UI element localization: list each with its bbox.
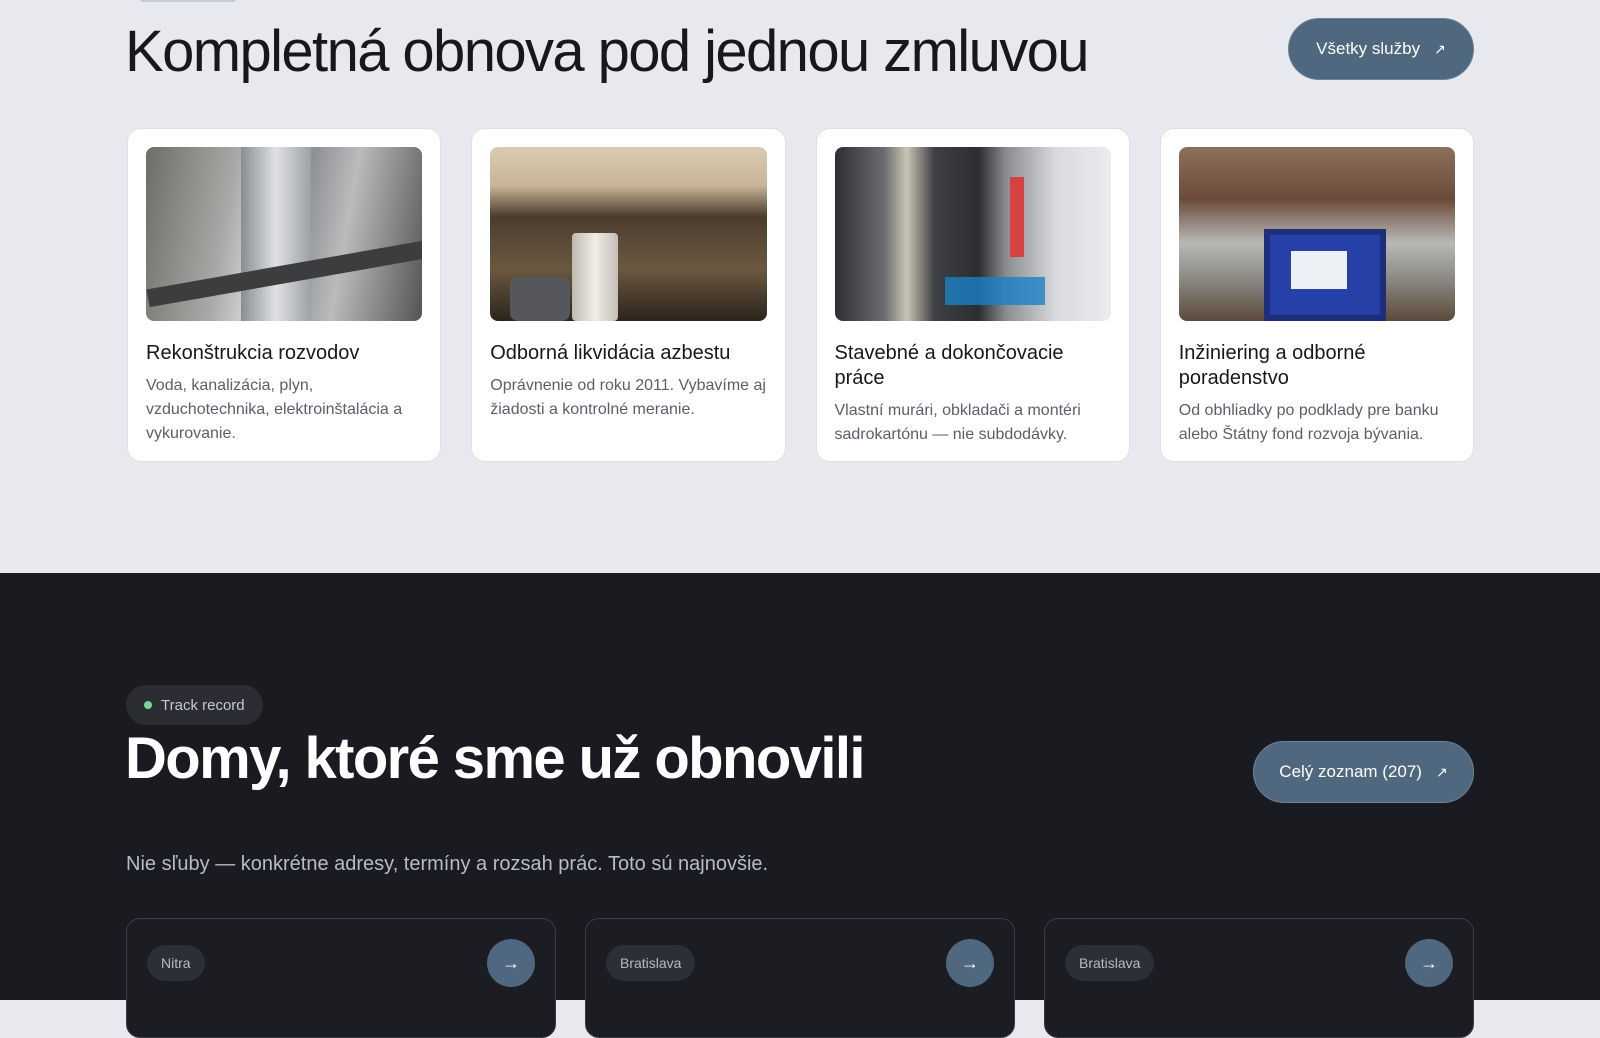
service-card-asbestos[interactable]: Odborná likvidácia azbestu Oprávnenie od…	[471, 128, 786, 462]
arrow-up-right-icon: ↗	[1434, 40, 1446, 57]
service-card-title: Odborná likvidácia azbestu	[490, 342, 731, 364]
service-card-engineering[interactable]: Inžiniering a odborné poradenstvo Od obh…	[1159, 128, 1474, 462]
pipes-installation-image	[834, 147, 1111, 321]
city-tag: Bratislava	[606, 945, 696, 981]
city-tag: Bratislava	[1065, 945, 1155, 981]
track-record-heading: Domy, ktoré sme už obnovili	[125, 726, 865, 791]
top-tab-indicator	[140, 0, 236, 2]
service-card-desc: Oprávnenie od roku 2011. Vybavíme aj žia…	[490, 377, 766, 418]
project-card[interactable]: Bratislava →	[1044, 918, 1474, 1038]
arrow-right-icon[interactable]: →	[946, 939, 994, 987]
status-dot-icon	[144, 701, 152, 709]
all-services-label: Všetky služby	[1316, 39, 1421, 58]
service-card-desc: Voda, kanalizácia, plyn, vzduchotechnika…	[146, 377, 403, 442]
project-card[interactable]: Bratislava →	[585, 918, 1015, 1038]
track-record-subtitle: Nie sľuby — konkrétne adresy, termíny a …	[126, 853, 769, 875]
service-card-title: Inžiniering a odborné poradenstvo	[1178, 342, 1366, 389]
all-services-button[interactable]: Všetky služby ↗	[1288, 18, 1474, 80]
ventilation-ducts-image	[146, 147, 423, 321]
badge-label: Track record	[161, 696, 245, 714]
city-tag: Nitra	[147, 945, 205, 981]
track-record-badge: Track record	[126, 685, 263, 725]
project-card[interactable]: Nitra →	[126, 918, 556, 1038]
service-card-desc: Vlastní murári, obkladači a montéri sadr…	[834, 402, 1081, 443]
service-card-distribution[interactable]: Rekonštrukcia rozvodov Voda, kanalizácia…	[127, 128, 442, 462]
service-card-title: Stavebné a dokončovacie práce	[834, 342, 1064, 389]
services-heading: Kompletná obnova pod jednou zmluvou	[125, 19, 1090, 84]
track-record-section: Track record Domy, ktoré sme už obnovili…	[0, 573, 1600, 1038]
services-section: Kompletná obnova pod jednou zmluvou Všet…	[0, 0, 1600, 573]
arrow-up-right-icon: ↗	[1435, 763, 1448, 780]
service-card-construction[interactable]: Stavebné a dokončovacie práce Vlastní mu…	[815, 128, 1130, 462]
full-list-button[interactable]: Celý zoznam (207) ↗	[1253, 741, 1474, 803]
service-card-title: Rekonštrukcia rozvodov	[146, 342, 360, 364]
service-card-desc: Od obhliadky po podklady pre banku alebo…	[1178, 402, 1439, 443]
service-cards: Rekonštrukcia rozvodov Voda, kanalizácia…	[127, 128, 1474, 462]
arrow-right-icon[interactable]: →	[487, 939, 535, 987]
arrow-right-icon[interactable]: →	[1405, 939, 1453, 987]
bathroom-frame-image	[1178, 147, 1455, 321]
full-list-label: Celý zoznam (207)	[1279, 762, 1422, 781]
asbestos-shaft-image	[490, 147, 767, 321]
